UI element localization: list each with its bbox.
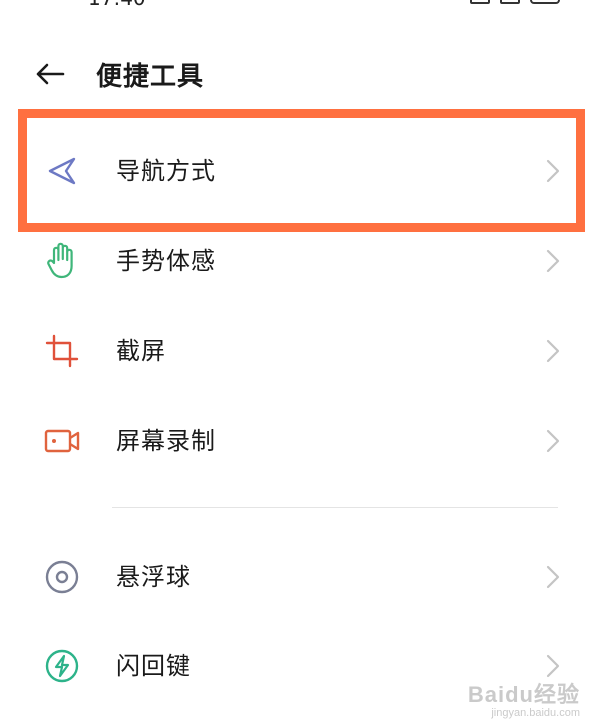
watermark: Baidu经验 jingyan.baidu.com: [468, 677, 580, 719]
signal-icon: [500, 0, 520, 4]
video-record-icon: [40, 419, 84, 463]
status-icons: [470, 0, 560, 4]
list-item-label: 手势体感: [116, 247, 216, 275]
mute-icon: [470, 0, 490, 4]
floating-ball-icon: [40, 555, 84, 599]
list-item-screen-recording[interactable]: 屏幕录制: [0, 396, 600, 486]
status-time: 17:40: [88, 0, 146, 10]
list-item-label: 闪回键: [116, 652, 191, 680]
chevron-right-icon: [546, 654, 560, 678]
chevron-right-icon: [546, 159, 560, 183]
list-item-label: 屏幕录制: [116, 427, 216, 455]
back-button[interactable]: [28, 54, 72, 94]
list-item-screenshot[interactable]: 截屏: [0, 306, 600, 396]
list-item-label: 截屏: [116, 337, 166, 365]
watermark-main: Baidu经验: [467, 682, 580, 707]
chevron-right-icon: [546, 565, 560, 589]
status-bar: 17:40: [0, 0, 600, 10]
hand-gesture-icon: [40, 239, 84, 283]
list-item-floating-ball[interactable]: 悬浮球: [0, 532, 600, 622]
chevron-right-icon: [546, 429, 560, 453]
section-divider: [112, 507, 558, 508]
back-arrow-icon: [36, 63, 65, 85]
chevron-right-icon: [546, 249, 560, 273]
list-item-gesture[interactable]: 手势体感: [0, 216, 600, 306]
crop-icon: [40, 329, 84, 373]
header: 便捷工具: [0, 44, 600, 102]
list-item-label: 导航方式: [116, 157, 216, 185]
flash-back-icon: [40, 644, 84, 688]
page-title: 便捷工具: [96, 62, 205, 92]
navigation-arrow-icon: [40, 149, 84, 193]
list-item-label: 悬浮球: [116, 563, 191, 591]
battery-icon: [530, 0, 560, 4]
list-item-navigation-mode[interactable]: 导航方式: [0, 126, 600, 216]
chevron-right-icon: [546, 339, 560, 363]
